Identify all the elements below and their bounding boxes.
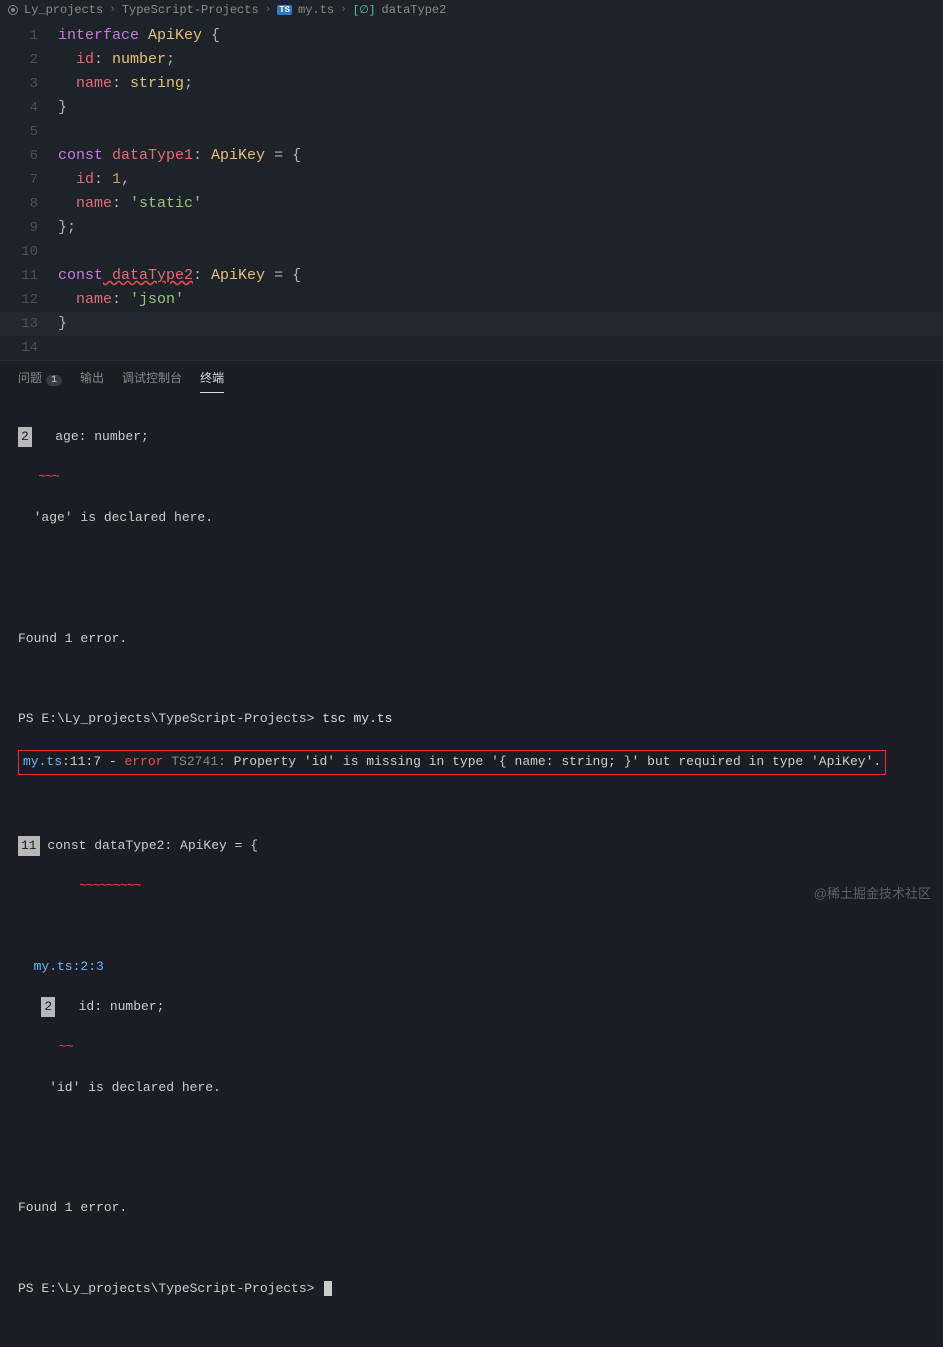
breadcrumb-seg-4[interactable]: dataType2 — [382, 3, 447, 17]
chevron-right-icon: › — [265, 4, 272, 16]
term-line-marker: 11 — [18, 836, 40, 856]
chevron-right-icon: › — [109, 4, 116, 16]
panel-tabs: 问题1 输出 调试控制台 终端 — [0, 361, 943, 393]
line-number: 2 — [0, 48, 58, 72]
term-command: tsc my.ts — [322, 711, 392, 726]
typescript-file-icon: TS — [277, 5, 292, 15]
term-declared-note: 'id' is declared here. — [18, 1078, 925, 1098]
term-prompt-path: E:\Ly_projects\TypeScript-Projects> — [41, 711, 322, 726]
line-number: 10 — [0, 240, 58, 264]
line-number: 11 — [0, 264, 58, 288]
tab-output[interactable]: 输出 — [80, 369, 104, 393]
line-number: 5 — [0, 120, 58, 144]
symbol-variable-icon: [∅] — [353, 3, 376, 17]
term-prompt-path: E:\Ly_projects\TypeScript-Projects> — [41, 1281, 322, 1296]
line-number: 1 — [0, 24, 58, 48]
tab-debug-console[interactable]: 调试控制台 — [122, 369, 182, 393]
terminal[interactable]: 2 age: number; ~~~ 'age' is declared her… — [0, 393, 943, 1347]
tab-problems[interactable]: 问题1 — [18, 369, 62, 393]
breadcrumb: Ly_projects › TypeScript-Projects › TS m… — [0, 0, 943, 20]
circle-icon — [8, 5, 18, 15]
breadcrumb-seg-1[interactable]: Ly_projects — [24, 3, 103, 17]
term-squiggle: ~~ — [18, 1037, 925, 1057]
term-prompt-prefix: PS — [18, 711, 41, 726]
term-prompt-prefix: PS — [18, 1281, 41, 1296]
bottom-panel: 问题1 输出 调试控制台 终端 2 age: number; ~~~ 'age'… — [0, 360, 943, 1347]
tab-terminal[interactable]: 终端 — [200, 369, 224, 393]
term-squiggle: ~~~ — [18, 467, 925, 487]
chevron-right-icon: › — [340, 4, 347, 16]
highlighted-error-box: my.ts:11:7 - error TS2741: Property 'id'… — [18, 750, 886, 774]
line-number: 9 — [0, 216, 58, 240]
breadcrumb-seg-3[interactable]: my.ts — [298, 3, 334, 17]
term-declared-note: 'age' is declared here. — [18, 508, 925, 528]
term-squiggle: ~~~~~~~~~ — [18, 876, 925, 896]
term-ref-location: my.ts:2:3 — [18, 959, 104, 974]
code-editor[interactable]: 1interface ApiKey { 2 id: number; 3 name… — [0, 20, 943, 360]
term-found-error: Found 1 error. — [18, 1198, 925, 1218]
line-number: 13 — [0, 312, 58, 336]
problems-badge: 1 — [46, 375, 62, 386]
line-number: 14 — [0, 336, 58, 360]
cursor-icon — [324, 1281, 332, 1296]
term-line-marker: 2 — [18, 427, 32, 447]
breadcrumb-seg-2[interactable]: TypeScript-Projects — [122, 3, 259, 17]
line-number: 3 — [0, 72, 58, 96]
watermark: @稀土掘金技术社区 — [814, 883, 931, 902]
line-number: 12 — [0, 288, 58, 312]
line-number: 4 — [0, 96, 58, 120]
line-number: 6 — [0, 144, 58, 168]
term-line-marker: 2 — [41, 997, 55, 1017]
line-number: 7 — [0, 168, 58, 192]
line-number: 8 — [0, 192, 58, 216]
term-found-error: Found 1 error. — [18, 629, 925, 649]
